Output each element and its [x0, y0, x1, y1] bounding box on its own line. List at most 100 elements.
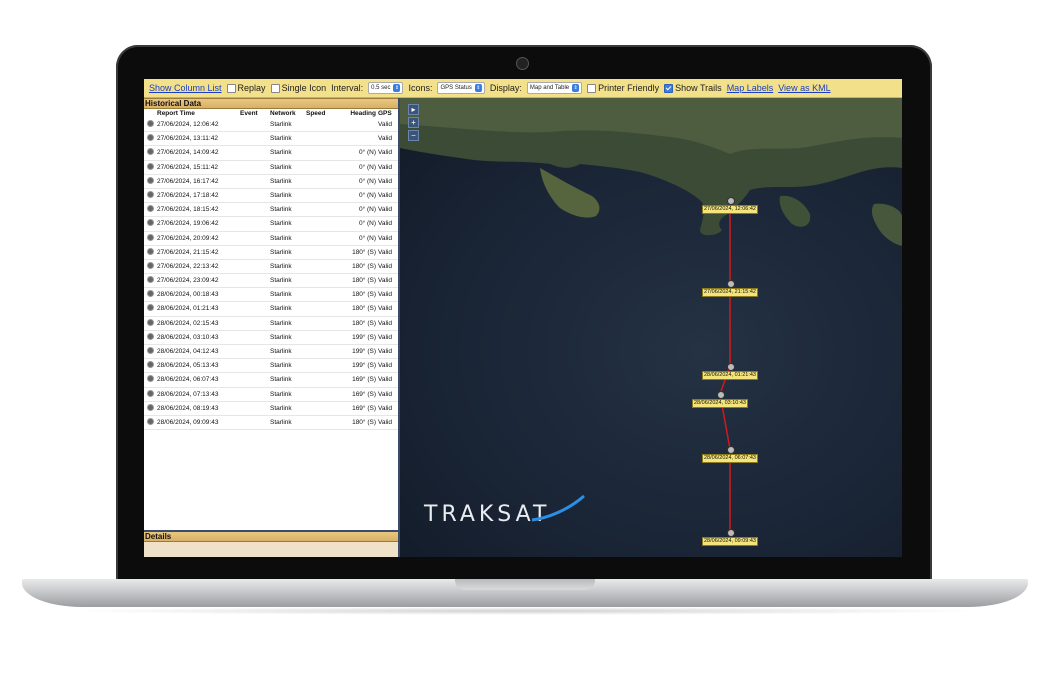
track-point-icon[interactable]: [727, 529, 735, 537]
column-header-gps[interactable]: GPS: [378, 109, 398, 118]
cell-heading: 0° (N): [358, 191, 376, 199]
column-header-speed[interactable]: Speed: [306, 109, 336, 118]
gps-status-icon: [144, 345, 157, 358]
cell-network: Starlink: [270, 362, 292, 370]
cell-heading: 169° (S): [352, 404, 376, 412]
table-row[interactable]: 28/06/2024, 05:13:43 Starlink 199° (S) Vali…: [144, 359, 398, 374]
show-trails-option[interactable]: Show Trails: [664, 83, 722, 94]
display-select[interactable]: Map and Table ⇕: [526, 82, 583, 94]
cell-gps: Valid: [378, 121, 392, 128]
table-row[interactable]: 27/06/2024, 12:06:42 Starlink Valid: [144, 118, 398, 133]
cell-network: Starlink: [270, 149, 292, 157]
show-trails-checkbox[interactable]: [664, 84, 674, 94]
table-row[interactable]: 28/06/2024, 03:10:43 Starlink 199° (S) Vali…: [144, 331, 398, 345]
track-point-icon[interactable]: [727, 280, 735, 288]
cell-speed: [306, 416, 336, 429]
cell-report-time: 27/06/2024, 19:06:42: [157, 220, 219, 228]
table-row[interactable]: 27/06/2024, 16:17:42 Starlink 0° (N) Valid: [144, 175, 398, 189]
column-header-network[interactable]: Network: [270, 109, 306, 118]
map-view[interactable]: 27/06/2024, 12:06:42 27/06/2024, 21:15:42…: [400, 98, 902, 557]
cell-event: [240, 331, 270, 344]
table-row[interactable]: 28/06/2024, 07:13:43 Starlink 169° (S) Vali…: [144, 388, 398, 402]
cell-event: [240, 416, 270, 429]
table-row[interactable]: 28/06/2024, 01:21:43 Starlink 180° (S) Vali…: [144, 302, 398, 317]
table-row[interactable]: 27/06/2024, 13:11:42 Starlink Valid: [144, 132, 398, 147]
gps-status-icon: [144, 217, 157, 230]
table-row[interactable]: 28/06/2024, 09:09:43 Starlink 180° (S) Vali…: [144, 416, 398, 431]
cell-report-time: 28/06/2024, 05:13:43: [157, 362, 219, 370]
historical-data-header: Historical Data: [144, 98, 398, 109]
cell-event: [240, 373, 270, 386]
zoom-in-button[interactable]: +: [408, 117, 419, 128]
table-row[interactable]: 27/06/2024, 15:11:42 Starlink 0° (N) Valid: [144, 161, 398, 175]
table-row[interactable]: 27/06/2024, 14:09:42 Starlink 0° (N) Valid: [144, 146, 398, 161]
table-row[interactable]: 28/06/2024, 04:12:43 Starlink 199° (S) Vali…: [144, 345, 398, 360]
table-row[interactable]: 27/06/2024, 21:15:42 Starlink 180° (S) Vali…: [144, 246, 398, 260]
printer-friendly-option[interactable]: Printer Friendly: [587, 83, 659, 94]
cell-report-time: 27/06/2024, 12:06:42: [157, 121, 219, 128]
cell-network: Starlink: [270, 191, 292, 199]
cell-gps: Valid: [378, 333, 392, 341]
cell-speed: [306, 345, 336, 358]
table-row[interactable]: 27/06/2024, 22:13:42 Starlink 180° (S) Vali…: [144, 260, 398, 275]
cell-event: [240, 217, 270, 230]
cell-event: [240, 232, 270, 245]
cell-network: Starlink: [270, 177, 292, 185]
zoom-out-button[interactable]: −: [408, 130, 419, 141]
icons-select[interactable]: GPS Status ⇕: [437, 82, 485, 94]
column-header-heading[interactable]: Heading: [336, 109, 378, 118]
single-icon-checkbox[interactable]: [270, 84, 280, 94]
table-row[interactable]: 28/06/2024, 00:18:43 Starlink 180° (S) Vali…: [144, 288, 398, 303]
track-point-label[interactable]: 28/06/2024, 01:21:43: [702, 371, 758, 380]
track-point-icon[interactable]: [727, 363, 735, 371]
cell-event: [240, 203, 270, 216]
cell-network: Starlink: [270, 291, 292, 299]
column-header-report-time[interactable]: Report Time: [157, 109, 240, 118]
replay-checkbox[interactable]: [226, 84, 236, 94]
table-row[interactable]: 28/06/2024, 08:19:43 Starlink 169° (S) Vali…: [144, 402, 398, 416]
table-row[interactable]: 27/06/2024, 19:06:42 Starlink 0° (N) Valid: [144, 217, 398, 232]
cell-report-time: 27/06/2024, 22:13:42: [157, 262, 219, 270]
table-row[interactable]: 27/06/2024, 18:15:42 Starlink 0° (N) Valid: [144, 203, 398, 218]
replay-option[interactable]: Replay: [226, 83, 266, 94]
laptop-notch: [455, 579, 595, 590]
gps-status-icon: [144, 189, 157, 202]
track-point-icon[interactable]: [717, 391, 725, 399]
cell-event: [240, 317, 270, 330]
gps-status-icon: [144, 146, 157, 159]
table-row[interactable]: 27/06/2024, 17:18:42 Starlink 0° (N) Valid: [144, 189, 398, 204]
view-as-kml-link[interactable]: View as KML: [778, 83, 830, 93]
cell-speed: [306, 260, 336, 273]
cell-heading: 180° (S): [352, 305, 376, 313]
cell-speed: [306, 288, 336, 301]
cell-event: [240, 161, 270, 174]
track-point-label[interactable]: 28/06/2024, 03:10:43: [692, 399, 748, 408]
arrow-right-icon[interactable]: ▸: [408, 104, 419, 115]
table-row[interactable]: 28/06/2024, 06:07:43 Starlink 169° (S) Vali…: [144, 373, 398, 388]
table-row[interactable]: 28/06/2024, 02:15:43 Starlink 180° (S) Vali…: [144, 317, 398, 331]
cell-network: Starlink: [270, 121, 292, 128]
laptop-shadow: [60, 607, 990, 615]
cell-network: Starlink: [270, 390, 292, 398]
cell-network: Starlink: [270, 262, 292, 270]
single-icon-option[interactable]: Single Icon: [270, 83, 326, 94]
track-point-label[interactable]: 28/06/2024, 09:09:43: [702, 537, 758, 546]
map-labels-link[interactable]: Map Labels: [727, 83, 774, 93]
track-point-icon[interactable]: [727, 197, 735, 205]
track-point-label[interactable]: 28/06/2024, 06:07:43: [702, 454, 758, 463]
cell-report-time: 28/06/2024, 01:21:43: [157, 305, 219, 313]
column-header-event[interactable]: Event: [240, 109, 270, 118]
track-point-label[interactable]: 27/06/2024, 12:06:42: [702, 205, 758, 214]
track-point-icon[interactable]: [727, 446, 735, 454]
cell-report-time: 27/06/2024, 20:09:42: [157, 234, 219, 242]
table-row[interactable]: 27/06/2024, 23:09:42 Starlink 180° (S) Vali…: [144, 274, 398, 289]
track-point-label[interactable]: 27/06/2024, 21:15:42: [702, 288, 758, 297]
cell-heading: [336, 132, 378, 145]
show-column-list-link[interactable]: Show Column List: [149, 83, 222, 93]
webcam: [516, 57, 529, 70]
table-row[interactable]: 27/06/2024, 20:09:42 Starlink 0° (N) Valid: [144, 232, 398, 246]
gps-status-icon: [144, 331, 157, 344]
printer-friendly-checkbox[interactable]: [587, 84, 597, 94]
historical-table-body: 27/06/2024, 12:06:42 Starlink Valid 27/06/2…: [144, 118, 398, 431]
interval-select[interactable]: 0.5 sec ⇕: [368, 82, 404, 94]
